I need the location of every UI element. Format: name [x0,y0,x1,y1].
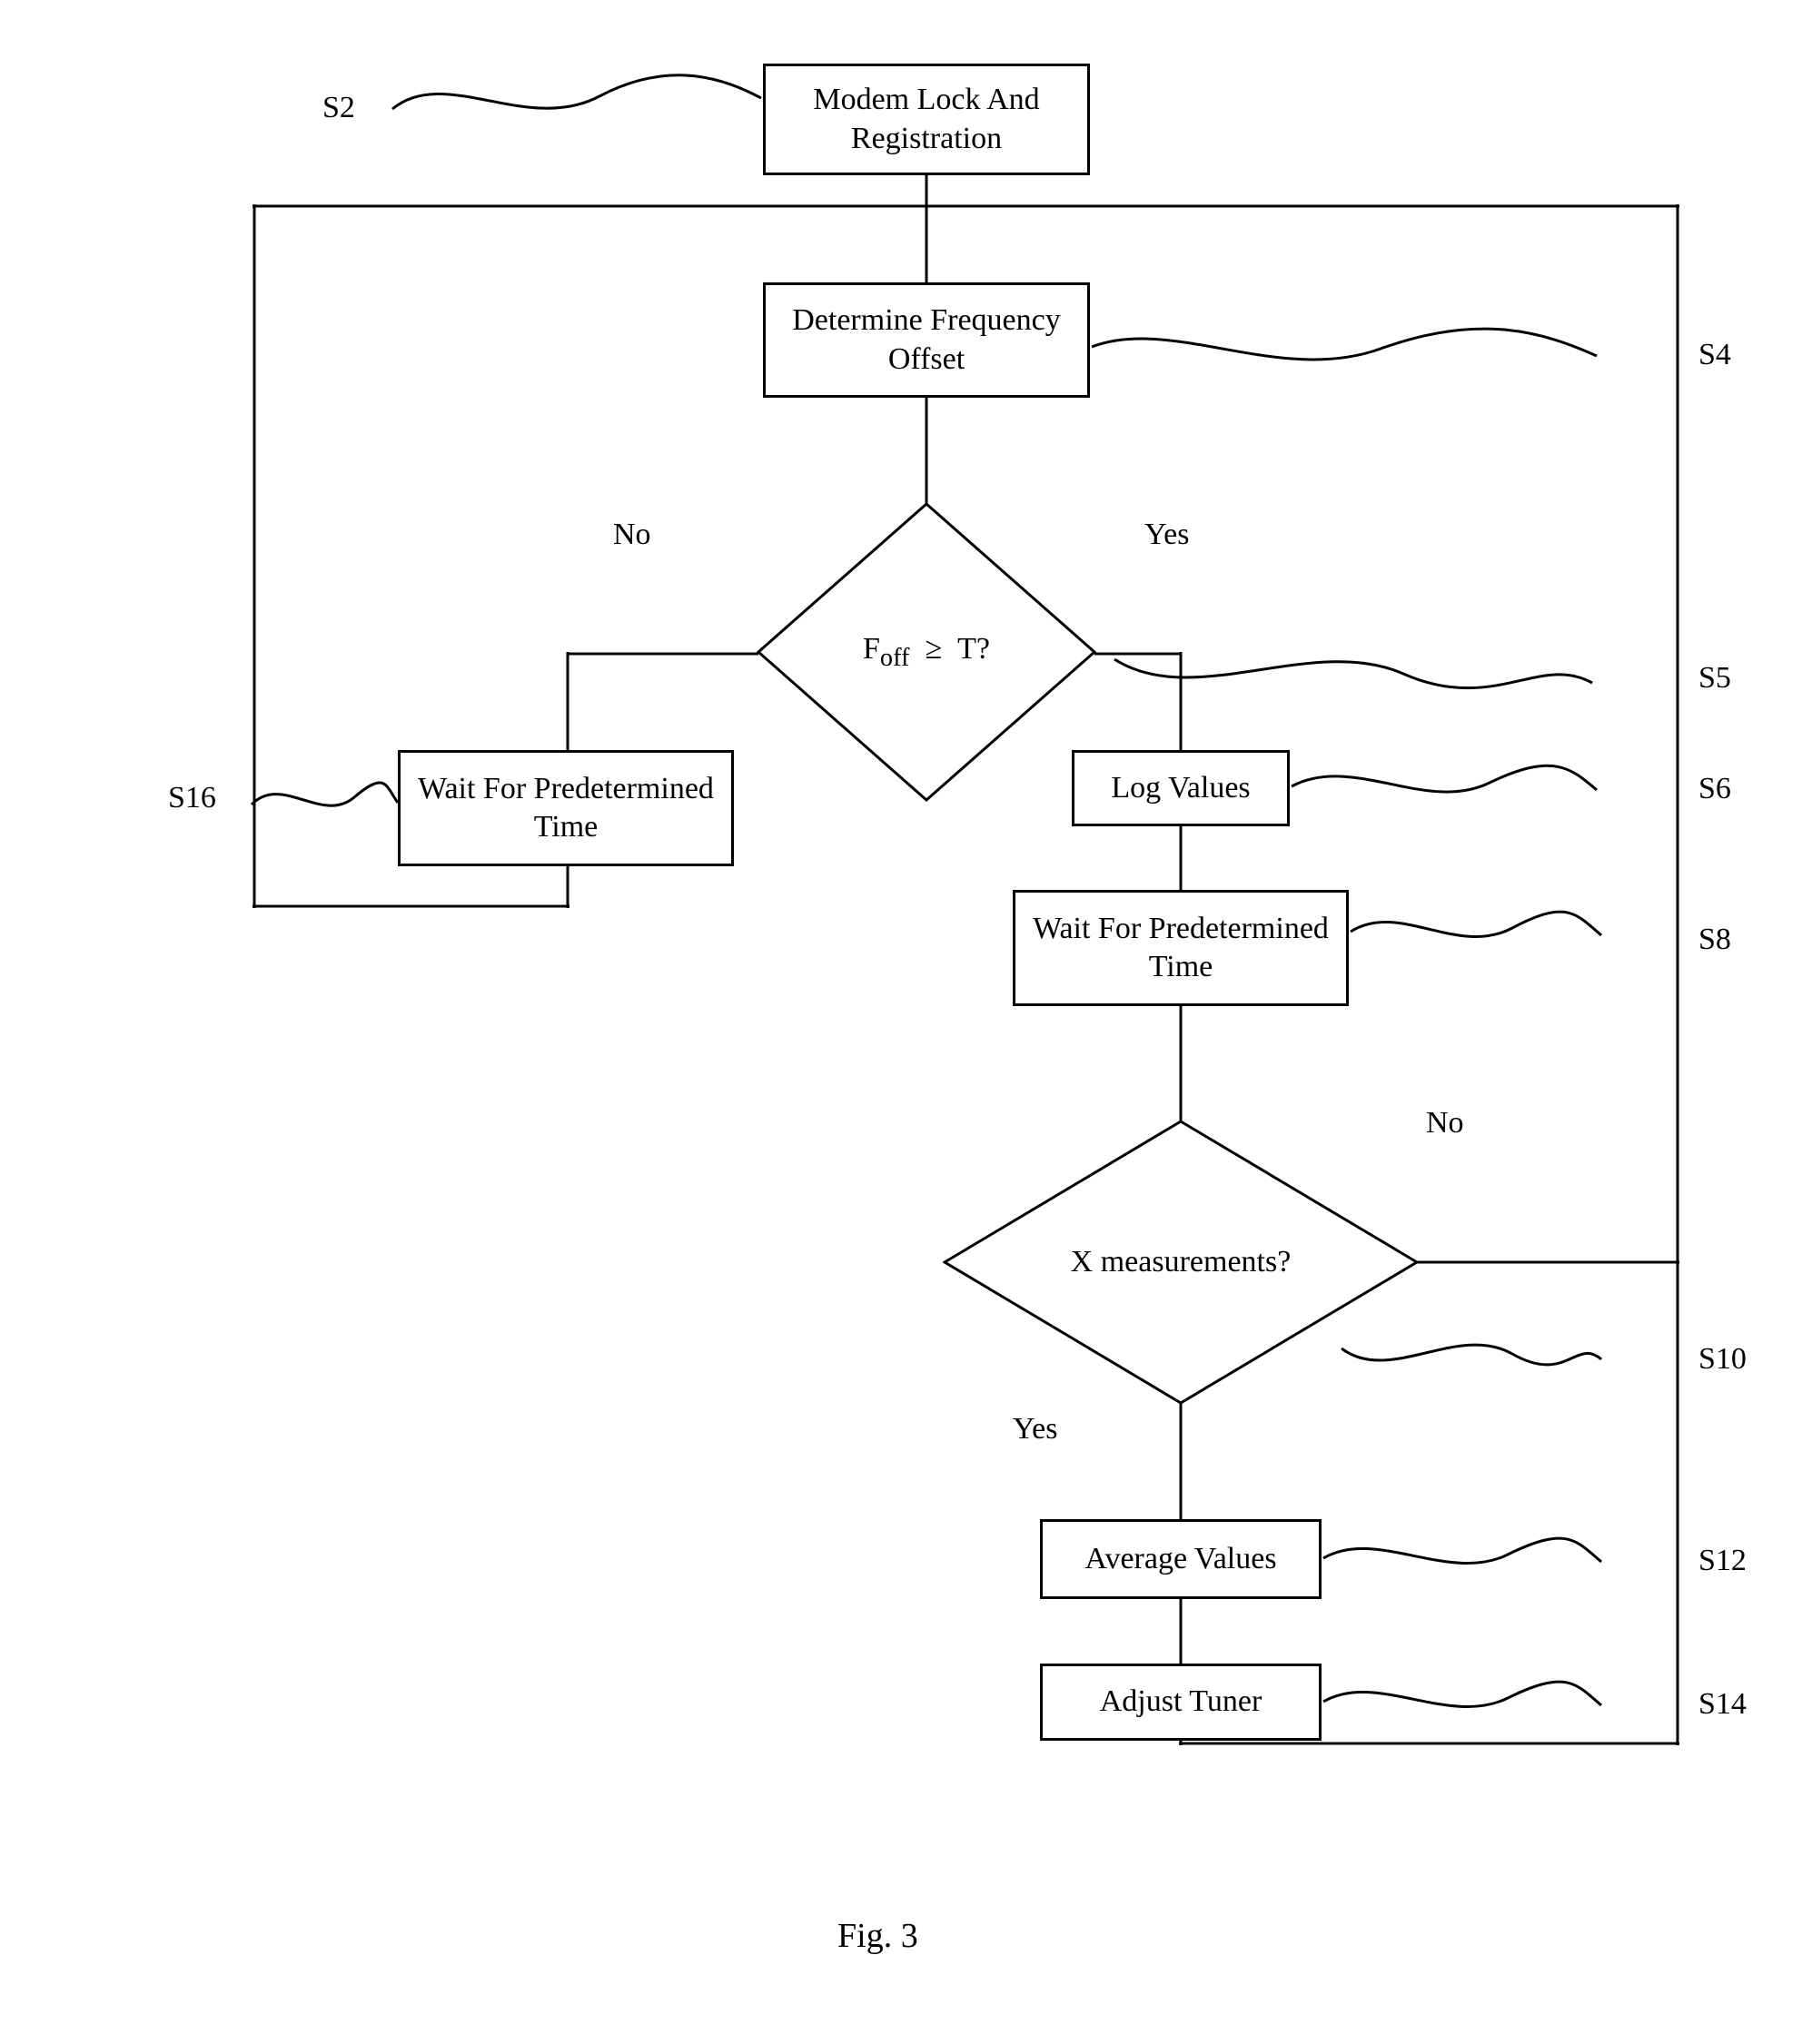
node-s6-text: Log Values [1111,769,1250,808]
edge-s10-no-h1 [1417,1260,1679,1264]
node-s10-text: X measurements? [1071,1244,1292,1281]
callout-s6 [1290,763,1599,813]
edge-s10-s12 [1179,1403,1183,1521]
tag-s16: S16 [168,781,216,815]
node-s2-text: Modem Lock And Registration [775,81,1078,158]
node-s5-text: Foff ≥ T? [863,631,990,674]
edge-s14-h [1179,1742,1679,1745]
node-s2: Modem Lock And Registration [763,64,1090,175]
node-s12-text: Average Values [1084,1540,1276,1579]
edge-s8-s10 [1179,1004,1183,1121]
edge-top-bus [252,204,1679,208]
edge-s4-s5 [925,396,928,504]
node-s14: Adjust Tuner [1040,1664,1322,1741]
callout-s14 [1322,1678,1603,1728]
callout-s10 [1340,1330,1603,1380]
node-s16: Wait For Predetermined Time [398,750,734,866]
edge-right-rail [1676,204,1679,1745]
node-s6: Log Values [1072,750,1290,826]
node-s5: Foff ≥ T? [757,502,1096,802]
edge-s5-no-v [566,652,569,752]
label-s10-no: No [1426,1106,1464,1140]
label-s5-no: No [613,518,651,552]
edge-s16-h [252,904,569,908]
callout-s12 [1322,1535,1603,1585]
tag-s14: S14 [1698,1687,1747,1722]
tag-s12: S12 [1698,1544,1747,1578]
node-s8-text: Wait For Predetermined Time [1025,910,1337,987]
callout-s5 [1113,647,1594,710]
tag-s2: S2 [322,91,355,125]
edge-s12-s14 [1179,1598,1183,1666]
figure-caption: Fig. 3 [837,1916,918,1956]
edge-s6-s8 [1179,825,1183,893]
tag-s6: S6 [1698,772,1731,806]
tag-s5: S5 [1698,661,1731,696]
node-s16-text: Wait For Predetermined Time [410,770,722,847]
callout-s4 [1090,325,1599,380]
edge-s5-no-h [568,652,758,656]
node-s8: Wait For Predetermined Time [1013,890,1349,1006]
edge-s2-s4 [925,173,928,284]
tag-s4: S4 [1698,338,1731,372]
node-s4: Determine Frequency Offset [763,282,1090,398]
node-s12: Average Values [1040,1519,1322,1599]
callout-s8 [1349,908,1603,958]
label-s10-yes: Yes [1013,1412,1057,1447]
callout-s2 [391,71,763,125]
node-s4-text: Determine Frequency Offset [775,301,1078,379]
label-s5-yes: Yes [1144,518,1189,552]
node-s14-text: Adjust Tuner [1100,1683,1262,1722]
edge-s16-down [566,865,569,908]
callout-s16 [250,779,400,825]
tag-s8: S8 [1698,923,1731,957]
tag-s10: S10 [1698,1342,1747,1377]
